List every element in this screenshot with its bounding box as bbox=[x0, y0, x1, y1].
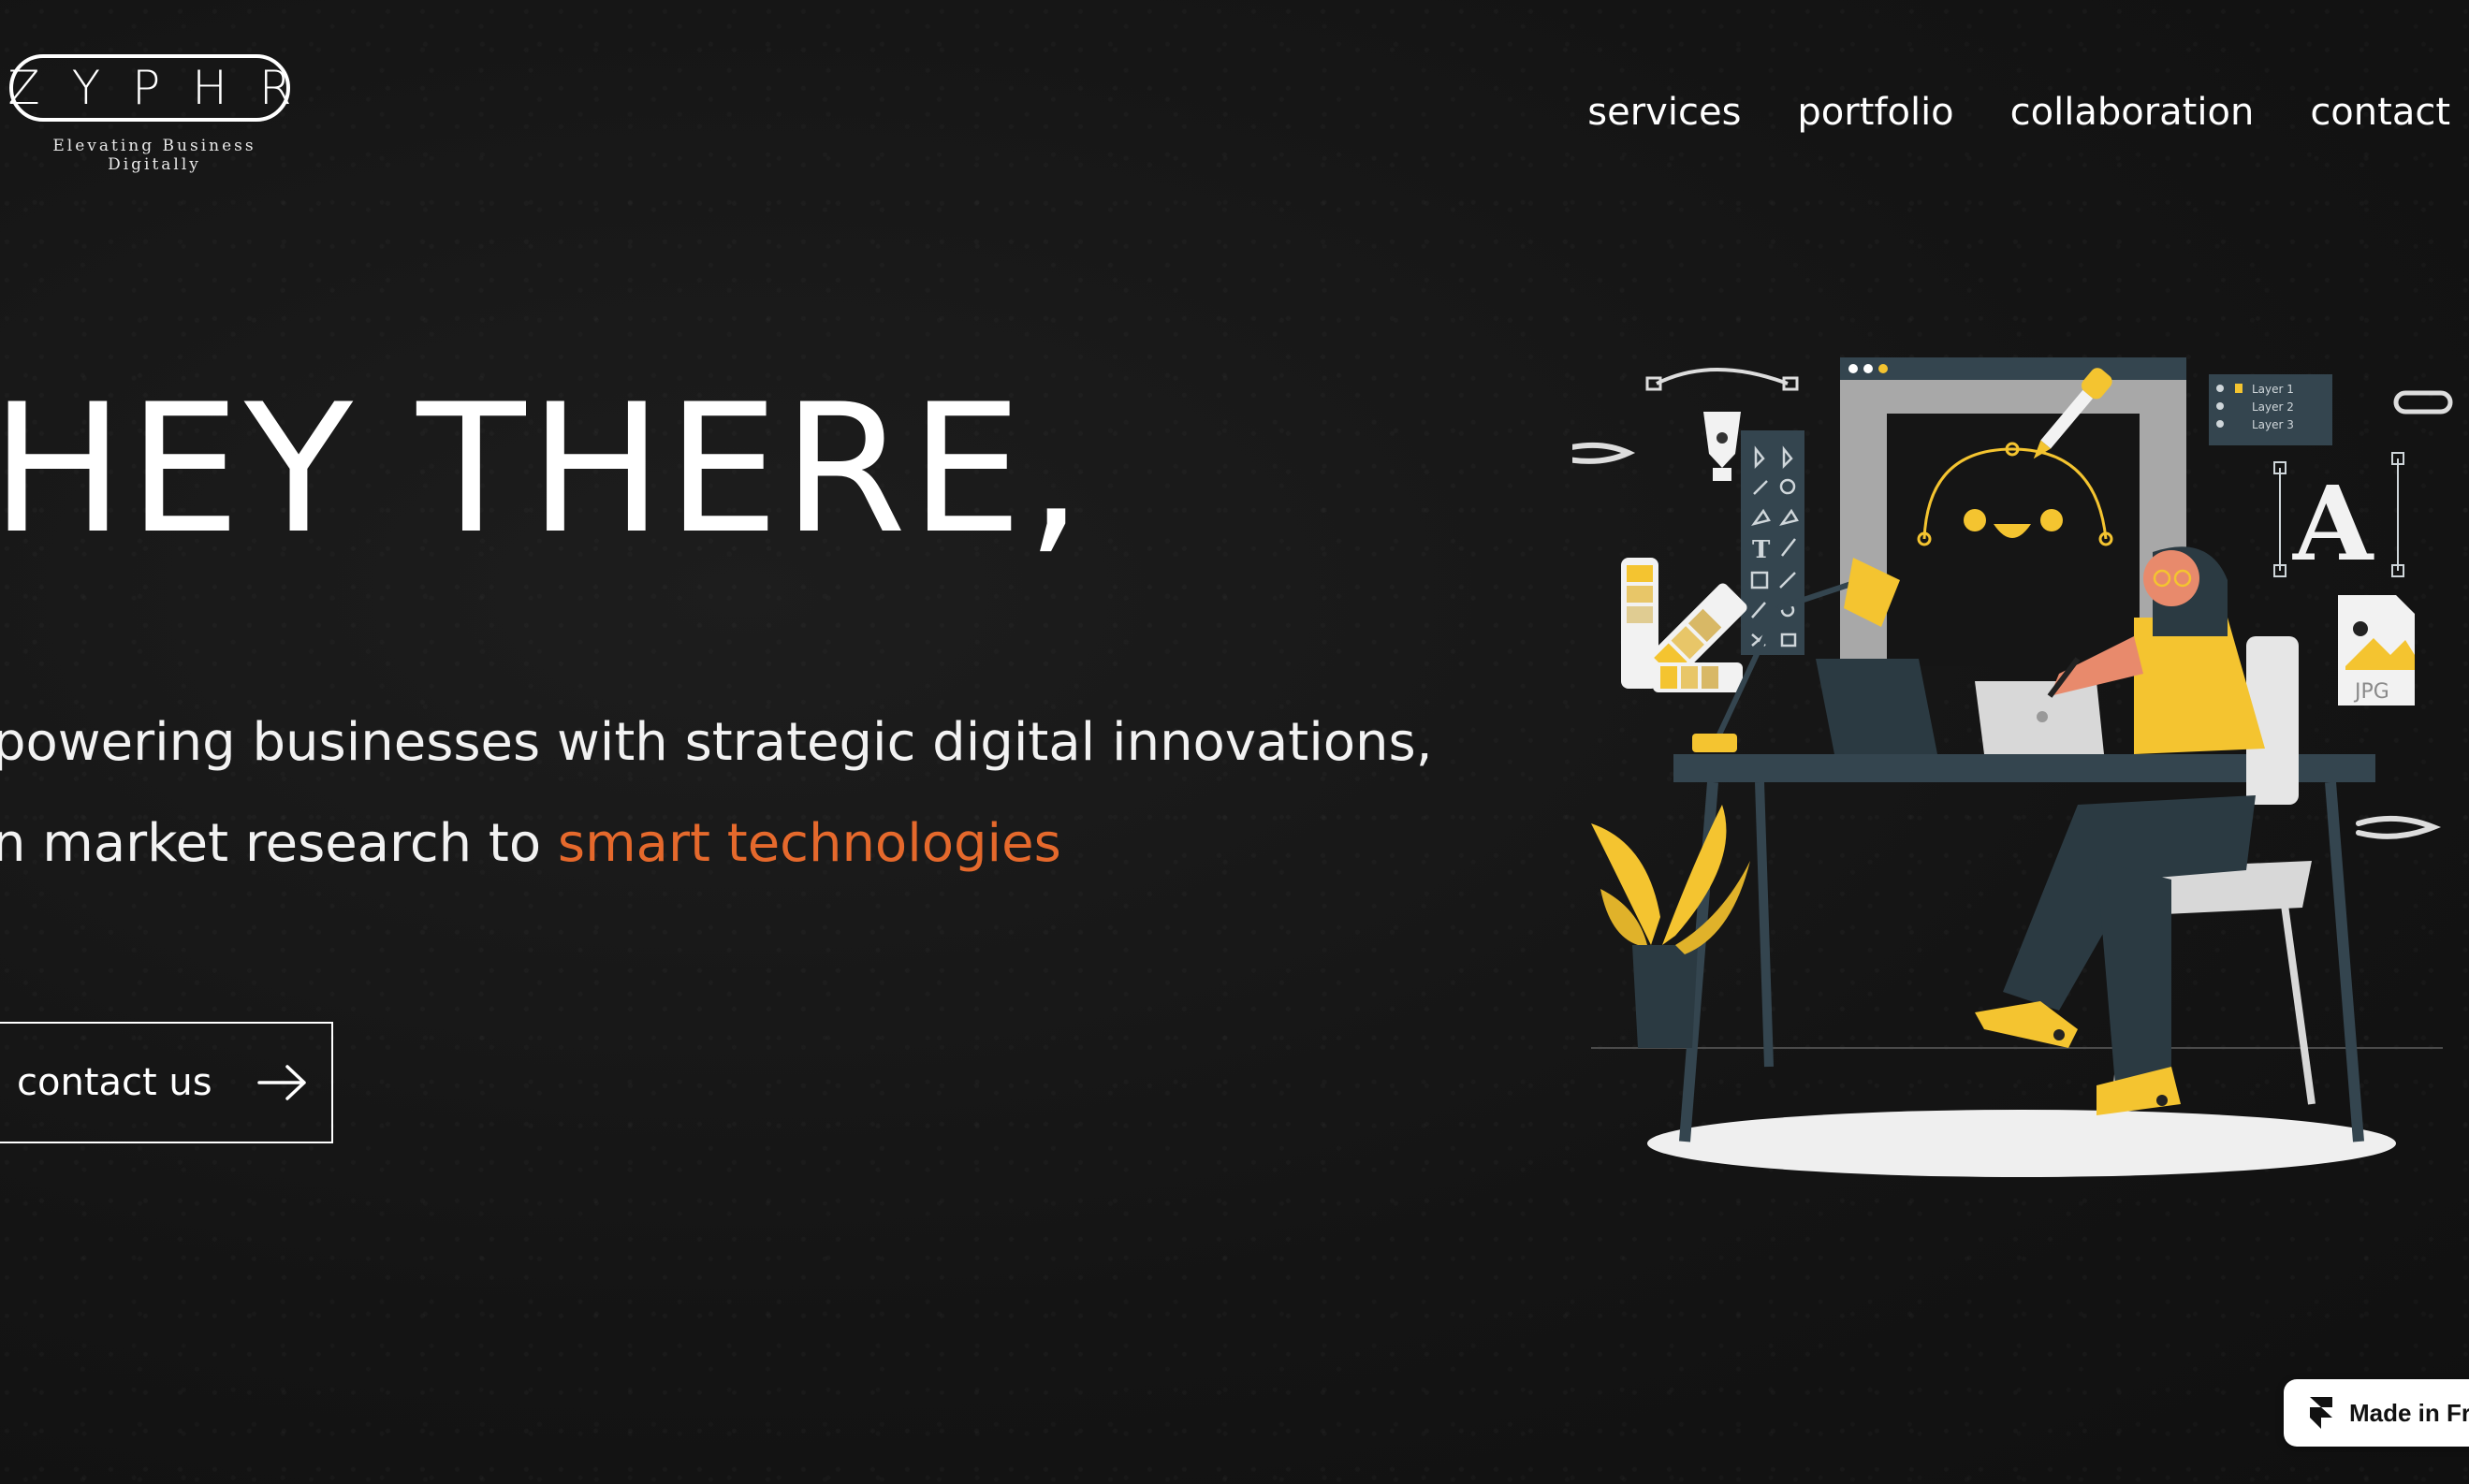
color-swatch-fan bbox=[1621, 558, 1747, 692]
layer-2-label: Layer 2 bbox=[2252, 400, 2294, 414]
jpg-file-icon: JPG bbox=[2338, 595, 2415, 706]
contact-us-label: contact us bbox=[17, 1061, 212, 1104]
hero-subtitle-line2: n market research to smart technologies bbox=[0, 807, 1061, 881]
nav-item-portfolio[interactable]: portfolio bbox=[1797, 86, 1953, 138]
contact-us-button[interactable]: contact us bbox=[0, 1022, 333, 1143]
logo-badge: ZYPHR bbox=[7, 54, 292, 122]
nav-item-services[interactable]: services bbox=[1587, 86, 1741, 138]
drawing-tablet bbox=[1816, 659, 1937, 754]
logo-wordmark: ZYPHR bbox=[7, 61, 324, 115]
nav-item-collaboration[interactable]: collaboration bbox=[2010, 86, 2255, 138]
made-in-framer-badge[interactable]: Made in Fra bbox=[2284, 1379, 2469, 1447]
hero-subtitle-line1: powering businesses with strategic digit… bbox=[0, 712, 1433, 773]
brand-logo[interactable]: ZYPHR Elevating Business Digitally bbox=[7, 54, 294, 174]
nav-item-contact[interactable]: contact bbox=[2310, 86, 2450, 138]
svg-text:T: T bbox=[1752, 536, 1771, 564]
badge-label: Made in Fra bbox=[2349, 1398, 2469, 1427]
hero-title: HEY THERE, bbox=[0, 366, 1087, 573]
main-nav: services portfolio collaboration contact bbox=[1587, 86, 2450, 138]
hero-accent-text: smart technologies bbox=[557, 813, 1061, 874]
framer-logo-icon bbox=[2310, 1397, 2332, 1429]
potted-plant bbox=[1591, 805, 1750, 1048]
logo-tagline: Elevating Business Digitally bbox=[52, 137, 256, 174]
file-badge-label: JPG bbox=[2353, 680, 2389, 704]
hero-subtitle-line2-text: n market research to bbox=[0, 813, 558, 874]
typography-glyph: A bbox=[2273, 452, 2404, 584]
font-glyph: A bbox=[2292, 463, 2374, 584]
arrow-right-icon bbox=[256, 1065, 306, 1100]
layers-panel: Layer 1 Layer 2 Layer 3 bbox=[2209, 374, 2332, 445]
layer-1-label: Layer 1 bbox=[2252, 383, 2294, 396]
layer-3-label: Layer 3 bbox=[2252, 418, 2294, 431]
floor-shadow bbox=[1647, 1110, 2396, 1177]
designer-illustration: T Layer 1 Layer 2 Layer 3 A JPG bbox=[1572, 357, 2453, 1177]
